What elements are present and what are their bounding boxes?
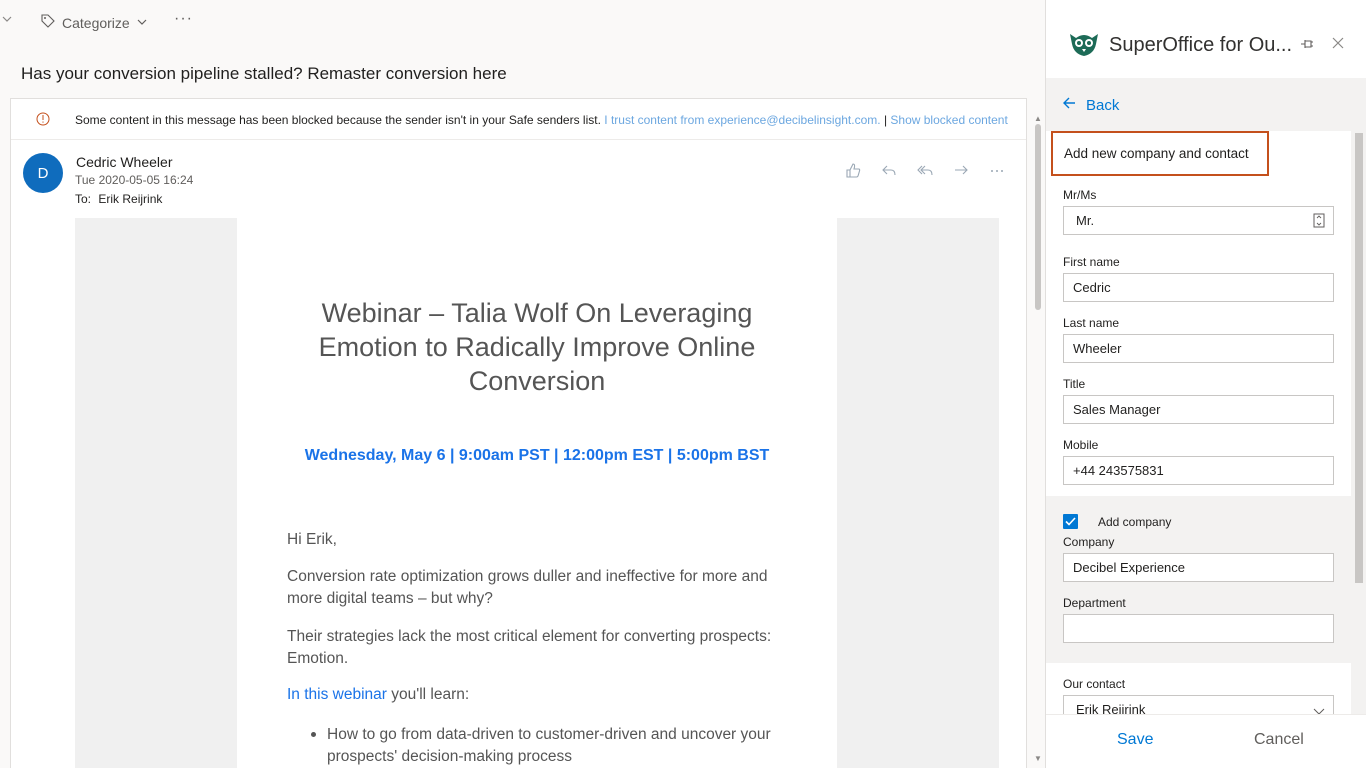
back-label: Back [1086,96,1120,114]
department-field[interactable] [1063,614,1334,643]
webinar-date: Wednesday, May 6 | 9:00am PST | 12:00pm … [304,447,770,464]
title-field[interactable]: Sales Manager [1063,395,1334,424]
mrms-select[interactable]: Mr. [1063,206,1334,235]
our-contact-label: Our contact [1063,677,1126,691]
superoffice-logo-icon [1068,30,1100,58]
chevron-down-icon [136,15,148,31]
email-body-background: Webinar – Talia Wolf On Leveraging Emoti… [75,218,999,768]
forward-icon[interactable] [951,161,971,181]
reply-icon[interactable] [879,161,899,181]
add-company-label: Add company [1098,515,1172,529]
mobile-field[interactable]: +44 243575831 [1063,456,1334,485]
panel-footer: Save Cancel [1046,714,1366,768]
cancel-button[interactable]: Cancel [1254,731,1304,749]
recipient-name[interactable]: Erik Reijrink [98,192,162,206]
arrow-left-icon [1062,96,1076,114]
infobar-text-line: Some content in this message has been bl… [75,113,1008,127]
mobile-label: Mobile [1063,438,1099,452]
last-name-label: Last name [1063,316,1120,330]
scrollbar-thumb[interactable] [1355,133,1363,583]
panel-nav: Back [1046,78,1366,131]
more-actions-icon[interactable] [987,161,1007,181]
body-paragraph: Conversion rate optimization grows dulle… [287,568,768,607]
webinar-link[interactable]: In this webinar [287,686,387,703]
avatar[interactable]: D [23,153,63,193]
mail-reading-pane: Categorize ··· Has your conversion pipel… [0,0,1045,768]
addin-panel: SuperOffice for Ou... Back Add new compa… [1045,0,1366,768]
webinar-title: Webinar – Talia Wolf On Leveraging Emoti… [318,298,756,396]
chevron-down-icon[interactable] [2,13,12,27]
checkmark-icon [1065,517,1076,526]
email-subject: Has your conversion pipeline stalled? Re… [21,64,507,83]
close-icon[interactable] [1329,34,1347,52]
scroll-up-icon[interactable]: ▲ [1034,114,1042,123]
to-label: To: [75,192,92,206]
categorize-label: Categorize [62,14,130,31]
trust-sender-link[interactable]: I trust content from experience@decibeli… [604,113,880,127]
mail-toolbar: Categorize ··· [0,0,1045,44]
sent-date: Tue 2020-05-05 16:24 [75,173,194,187]
panel-title: SuperOffice for Ou... [1109,34,1293,56]
list-item: How to go from data-driven to customer-d… [311,724,797,768]
greeting: Hi Erik, [287,531,337,548]
infobar-separator: | [883,113,888,127]
sender-name[interactable]: Cedric Wheeler [76,154,172,170]
add-company-checkbox[interactable] [1063,514,1078,529]
body-paragraph: Their strategies lack the most critical … [287,628,772,667]
info-icon [35,111,51,127]
scrollbar-thumb[interactable] [1035,124,1041,310]
email-body: Webinar – Talia Wolf On Leveraging Emoti… [237,218,837,768]
first-name-field[interactable]: Cedric [1063,273,1334,302]
bullet-icon [311,732,316,737]
our-contact-dropdown[interactable]: Erik Reijrink [1063,695,1334,714]
list-select-icon [1313,213,1325,228]
mrms-value: Mr. [1076,213,1095,228]
title-label: Title [1063,377,1086,391]
department-label: Department [1063,596,1126,610]
infobar-text: Some content in this message has been bl… [75,113,601,127]
learn-text: you'll learn: [386,686,470,703]
company-label: Company [1063,535,1115,549]
recipient-line: To: Erik Reijrink [75,192,162,206]
message-scrollbar[interactable]: ▲ ▼ [1032,114,1044,768]
last-name-field[interactable]: Wheeler [1063,334,1334,363]
contact-form: Add new company and contact Mr/Ms Mr. Fi… [1046,131,1351,714]
mrms-label: Mr/Ms [1063,188,1097,202]
tag-icon [40,13,56,32]
panel-header: SuperOffice for Ou... [1046,0,1366,78]
pin-icon[interactable] [1298,35,1316,53]
like-icon[interactable] [843,161,863,181]
save-button[interactable]: Save [1117,731,1153,749]
list-item-text: How to go from data-driven to customer-d… [327,726,771,765]
app-window: Categorize ··· Has your conversion pipel… [0,0,1366,768]
message-card: Some content in this message has been bl… [10,98,1027,768]
scroll-down-icon[interactable]: ▼ [1034,754,1042,763]
our-contact-value: Erik Reijrink [1076,702,1146,714]
chevron-down-icon [1313,704,1325,714]
blocked-content-infobar: Some content in this message has been bl… [11,99,1026,140]
form-heading: Add new company and contact [1051,131,1269,176]
more-options-button[interactable]: ··· [174,10,193,28]
reply-all-icon[interactable] [915,161,935,181]
back-button[interactable]: Back [1062,96,1119,114]
panel-scrollbar[interactable] [1351,131,1366,714]
learn-line: In this webinar you'll learn: [287,686,469,704]
categorize-button[interactable]: Categorize [40,13,148,32]
message-actions [843,161,1007,181]
first-name-label: First name [1063,255,1120,269]
show-blocked-content-link[interactable]: Show blocked content [890,113,1007,127]
company-field[interactable]: Decibel Experience [1063,553,1334,582]
